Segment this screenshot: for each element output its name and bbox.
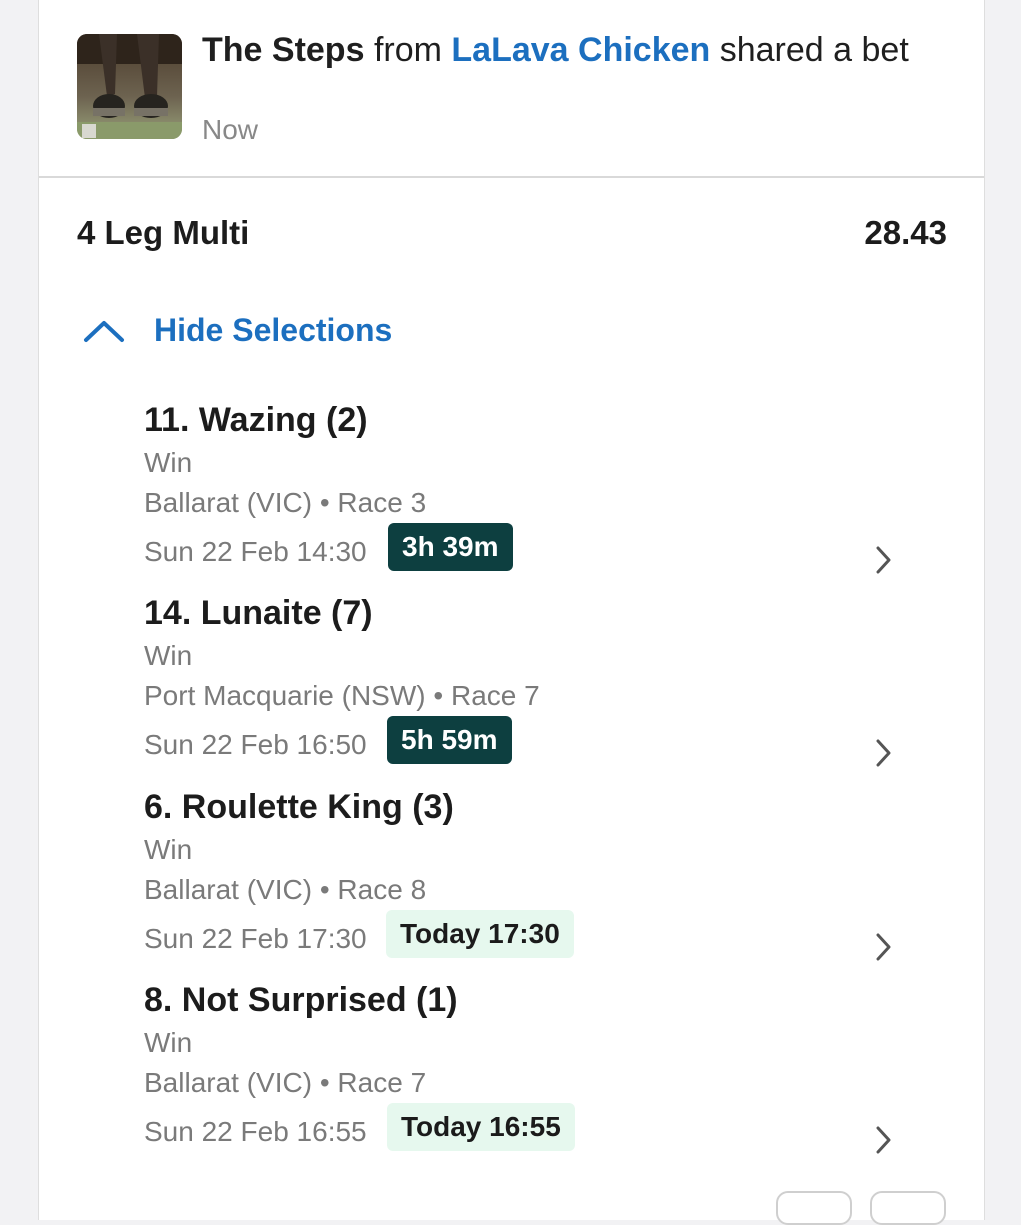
share-headline: The Steps from LaLava Chicken shared a b… <box>202 29 932 72</box>
runner-name: 6. Roulette King (3) <box>144 788 454 826</box>
start-time-badge: Today 16:55 <box>387 1103 575 1151</box>
share-header: The Steps from LaLava Chicken shared a b… <box>39 0 984 178</box>
chevron-right-icon[interactable] <box>874 1125 894 1155</box>
bet-summary: 4 Leg Multi 28.43 <box>77 214 947 260</box>
chevron-right-icon[interactable] <box>874 932 894 962</box>
race-venue: Ballarat (VIC) • Race 8 <box>144 874 427 905</box>
race-date: Sun 22 Feb 14:30 <box>144 536 367 567</box>
group-link[interactable]: LaLava Chicken <box>451 31 710 69</box>
hide-selections-label: Hide Selections <box>154 312 393 348</box>
share-time: Now <box>202 114 259 145</box>
horse-hooves-avatar[interactable] <box>77 34 182 139</box>
bet-odds: 28.43 <box>864 214 947 251</box>
bet-market: Win <box>144 1027 193 1058</box>
race-venue: Ballarat (VIC) • Race 3 <box>144 487 427 518</box>
countdown-badge: 5h 59m <box>387 716 512 764</box>
bet-market: Win <box>144 447 193 478</box>
runner-name: 11. Wazing (2) <box>144 401 368 439</box>
bet-share-card: The Steps from LaLava Chicken shared a b… <box>38 0 985 1225</box>
runner-name: 8. Not Surprised (1) <box>144 981 458 1019</box>
selection-item[interactable]: 6. Roulette King (3) Win Ballarat (VIC) … <box>144 788 914 978</box>
action-button[interactable] <box>776 1191 852 1225</box>
chevron-right-icon[interactable] <box>874 738 894 768</box>
bet-type: 4 Leg Multi <box>77 214 250 251</box>
countdown-badge: 3h 39m <box>388 523 513 571</box>
selection-item[interactable]: 8. Not Surprised (1) Win Ballarat (VIC) … <box>144 981 914 1171</box>
from-text: from <box>373 31 442 69</box>
race-date: Sun 22 Feb 17:30 <box>144 923 367 954</box>
user-name[interactable]: The Steps <box>202 31 364 69</box>
bet-market: Win <box>144 640 193 671</box>
action-button[interactable] <box>870 1191 946 1225</box>
selection-item[interactable]: 11. Wazing (2) Win Ballarat (VIC) • Race… <box>144 401 914 591</box>
race-date: Sun 22 Feb 16:55 <box>144 1116 367 1147</box>
race-venue: Ballarat (VIC) • Race 7 <box>144 1067 427 1098</box>
action-text: shared a bet <box>719 31 909 69</box>
bet-market: Win <box>144 834 193 865</box>
selection-item[interactable]: 14. Lunaite (7) Win Port Macquarie (NSW)… <box>144 594 914 784</box>
race-date: Sun 22 Feb 16:50 <box>144 729 367 760</box>
start-time-badge: Today 17:30 <box>386 910 574 958</box>
chevron-up-icon <box>84 321 124 342</box>
race-venue: Port Macquarie (NSW) • Race 7 <box>144 680 540 711</box>
chevron-right-icon[interactable] <box>874 545 894 575</box>
runner-name: 14. Lunaite (7) <box>144 594 373 632</box>
